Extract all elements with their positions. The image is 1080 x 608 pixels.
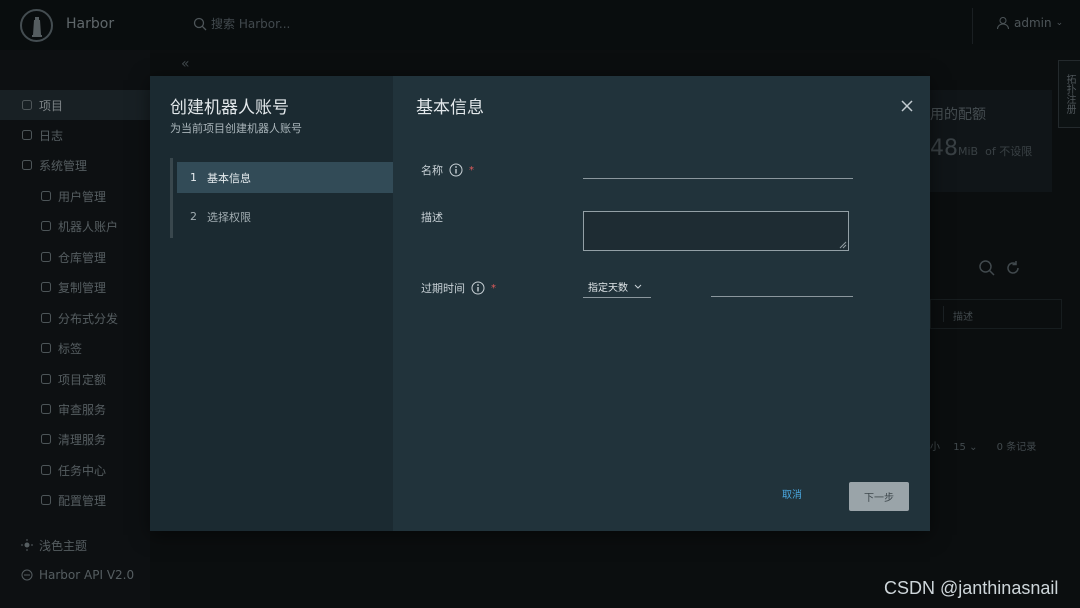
step-number: 1 — [190, 171, 197, 184]
cancel-button[interactable]: 取消 — [782, 486, 802, 501]
next-button[interactable]: 下一步 — [849, 482, 909, 511]
step-basic-info[interactable]: 1 基本信息 — [177, 162, 393, 193]
required-mark: * — [469, 164, 474, 176]
description-field-label: 描述 — [421, 211, 443, 224]
info-icon[interactable] — [449, 163, 463, 177]
info-icon[interactable] — [471, 281, 485, 295]
name-field-label: 名称 * — [421, 163, 474, 177]
dialog-subtitle: 为当前项目创建机器人账号 — [170, 122, 302, 135]
close-icon[interactable] — [899, 98, 915, 114]
resize-handle-icon[interactable] — [839, 241, 847, 249]
create-robot-dialog: 创建机器人账号 为当前项目创建机器人账号 1 基本信息 2 选择权限 基本信息 … — [150, 76, 930, 531]
step-permissions[interactable]: 2 选择权限 — [177, 201, 393, 232]
step-rail — [170, 158, 173, 238]
chevron-down-icon — [634, 284, 642, 289]
expiration-days-input[interactable] — [711, 275, 853, 297]
expiration-mode-value: 指定天数 — [588, 283, 628, 294]
step-number: 2 — [190, 210, 197, 223]
name-input[interactable] — [583, 157, 853, 179]
watermark: CSDN @janthinasnail — [884, 578, 1059, 598]
step-label: 基本信息 — [207, 171, 251, 185]
dialog-title: 创建机器人账号 — [170, 98, 289, 118]
wizard-nav: 创建机器人账号 为当前项目创建机器人账号 1 基本信息 2 选择权限 — [150, 76, 393, 531]
expiration-field-label: 过期时间 * — [421, 281, 496, 295]
description-textarea[interactable] — [583, 211, 849, 251]
step-label: 选择权限 — [207, 210, 251, 224]
required-mark: * — [491, 282, 496, 294]
section-title: 基本信息 — [416, 98, 484, 118]
expiration-mode-select[interactable]: 指定天数 — [583, 276, 651, 298]
